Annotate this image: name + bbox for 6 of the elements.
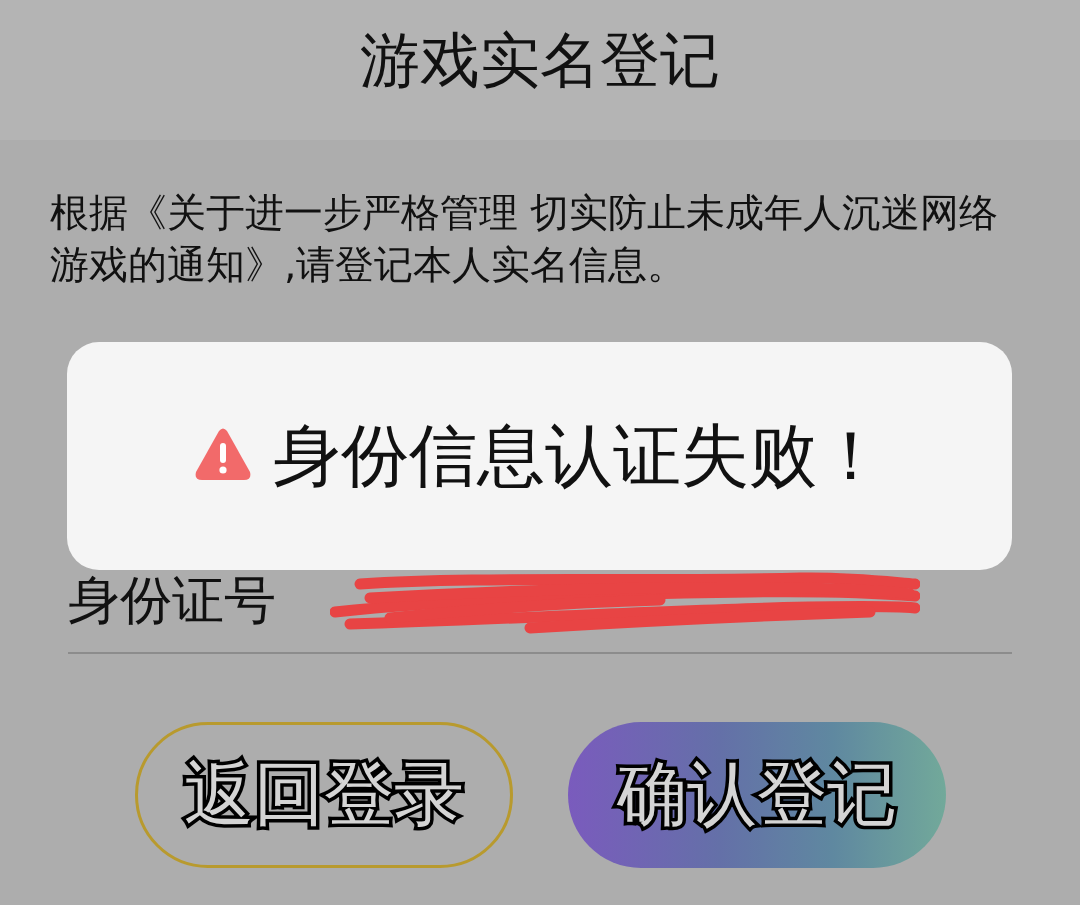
page-title: 游戏实名登记: [359, 24, 721, 97]
field-label: 身份证号: [68, 574, 276, 626]
notice-text: 根据《关于进一步严格管理 切实防止未成年人沉迷网络游戏的通知》,请登记本人实名信息。: [49, 189, 1000, 289]
warning-icon: [194, 428, 251, 480]
toast-message: 身份信息认证失败！: [272, 416, 885, 496]
action-button[interactable]: 确认登记: [567, 722, 946, 868]
